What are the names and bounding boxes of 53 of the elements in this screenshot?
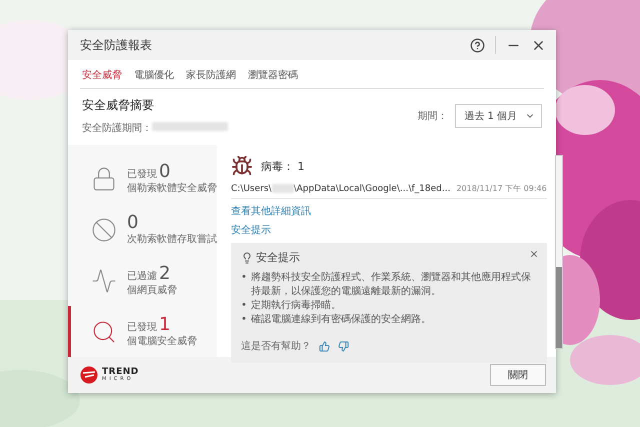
- found-label: 已過濾: [127, 270, 157, 282]
- threat-count: 2: [159, 264, 170, 282]
- logo-text: TREND: [102, 368, 139, 377]
- tip-item: 確認電腦連線到有密碼保護的安全網路。: [250, 313, 431, 327]
- bug-icon: [231, 155, 253, 177]
- window-title: 安全防護報表: [80, 36, 153, 54]
- tab[interactable]: 家長防護網: [186, 68, 236, 82]
- tips-link[interactable]: 安全提示: [231, 223, 271, 237]
- tip-item: 將趨勢科技安全防護程式、作業系統、瀏覽器和其他應用程式保持最新，以保護您的電腦遠離最新的漏洞。: [250, 271, 532, 299]
- close-button[interactable]: 關閉: [490, 364, 546, 386]
- sidebar-item[interactable]: 已發現 1 個電腦安全威脅: [68, 306, 217, 357]
- search-icon: [91, 318, 117, 344]
- threat-description: 個勒索軟體安全威脅: [127, 182, 217, 194]
- sidebar-item[interactable]: 已過濾 2 個網頁威脅: [68, 255, 217, 306]
- period-label: 安全防護期間：: [82, 123, 152, 134]
- bullet-mark: •: [241, 313, 247, 327]
- logo-icon: [80, 366, 98, 384]
- sidebar-item[interactable]: 已發現 0 個勒索軟體安全威脅: [68, 153, 217, 204]
- bullet-mark: •: [241, 299, 247, 313]
- bullet-mark: •: [241, 271, 247, 285]
- threat-description: 個網頁威脅: [127, 284, 177, 296]
- tip-item: 定期執行病毒掃瞄。: [250, 299, 341, 313]
- threat-count: 1: [159, 316, 170, 334]
- scrollbar[interactable]: [554, 155, 563, 349]
- file-path: \AppData\Local\Google\...\f_18ed...: [294, 184, 450, 194]
- threat-description: 個電腦安全威脅: [127, 334, 197, 348]
- wave-icon: [91, 268, 117, 294]
- tab[interactable]: 瀏覽器密碼: [248, 68, 298, 82]
- prohibited-icon: [91, 216, 117, 242]
- threat-count: 0: [127, 214, 138, 232]
- close-icon[interactable]: [528, 249, 539, 259]
- virus-heading: 病毒： 1: [261, 158, 304, 174]
- sidebar-item[interactable]: 0 次勒索軟體存取嘗試: [68, 204, 217, 255]
- details-link[interactable]: 查看其他詳細資訊: [231, 204, 311, 218]
- filter-label: 期間：: [417, 110, 448, 123]
- found-label: 已發現: [127, 320, 157, 334]
- feedback-question: 這是否有幫助？: [241, 340, 311, 353]
- help-icon[interactable]: [470, 38, 485, 52]
- file-path: C:\Users\: [231, 184, 272, 194]
- thumbs-up-icon[interactable]: [319, 340, 330, 352]
- summary-title: 安全威脅摘要: [82, 97, 155, 114]
- tab[interactable]: 電腦優化: [134, 68, 174, 82]
- redacted-text: [272, 184, 294, 193]
- thumbs-down-icon[interactable]: [338, 340, 349, 352]
- threat-count: 0: [159, 162, 170, 180]
- period-dropdown[interactable]: 過去 1 個月: [455, 104, 542, 128]
- found-label: 已發現: [127, 168, 157, 180]
- detected-date: 2018/11/17 下午 09:46: [455, 183, 547, 194]
- tab[interactable]: 安全威脅: [82, 68, 122, 82]
- lock-icon: [91, 166, 117, 192]
- threat-description: 次勒索軟體存取嘗試: [127, 232, 217, 246]
- lightbulb-icon: [241, 252, 253, 264]
- tips-title: 安全提示: [256, 250, 300, 265]
